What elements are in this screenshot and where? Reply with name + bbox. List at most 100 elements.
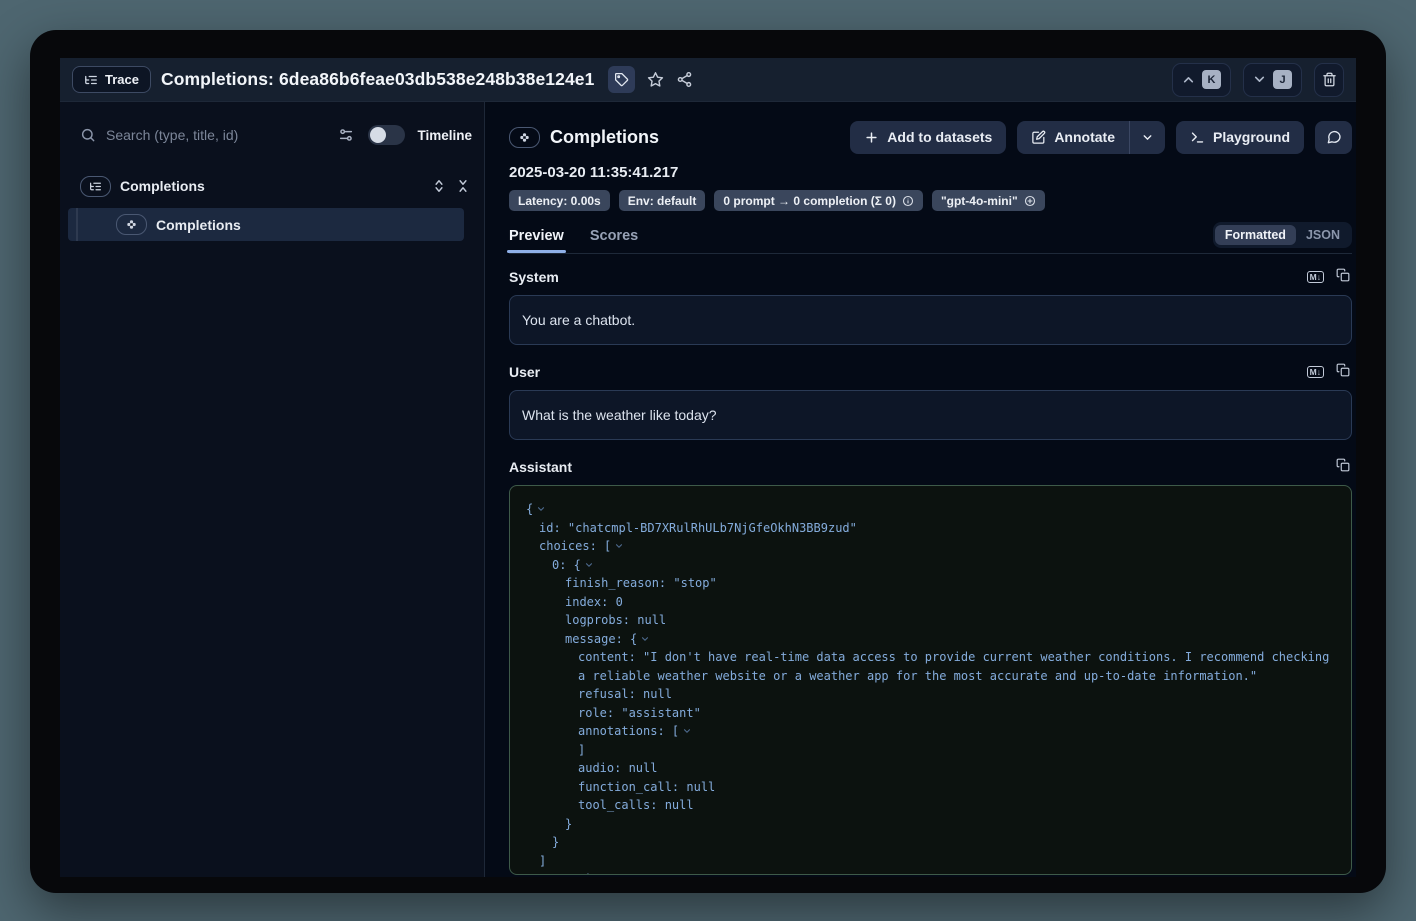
user-section-icons: M↓ <box>1307 363 1350 382</box>
system-section-icons: M↓ <box>1307 268 1350 287</box>
json-line: } <box>526 815 1335 834</box>
format-toggle-formatted[interactable]: Formatted <box>1215 225 1296 245</box>
json-line-text: refusal: null <box>578 685 672 704</box>
json-line-text: ] <box>578 741 585 760</box>
timeline-label: Timeline <box>417 128 472 143</box>
tag-button[interactable] <box>608 66 635 93</box>
copy-button[interactable] <box>1336 363 1350 382</box>
timeline-toggle[interactable] <box>368 125 405 145</box>
json-collapse-toggle[interactable] <box>614 541 624 551</box>
copy-icon <box>1336 363 1350 377</box>
annotate-button[interactable]: Annotate <box>1017 121 1129 154</box>
markdown-toggle-icon[interactable]: M↓ <box>1307 271 1324 284</box>
json-line-text: index: 0 <box>565 593 623 612</box>
json-line-text: annotations: [ <box>578 722 679 741</box>
json-line: annotations: [ <box>526 722 1335 741</box>
playground-button[interactable]: Playground <box>1176 121 1304 154</box>
tree-item-generation[interactable]: Completions <box>68 208 464 241</box>
json-line-text: message: { <box>565 630 637 649</box>
share-button[interactable] <box>676 71 693 88</box>
star-button[interactable] <box>647 71 664 88</box>
metric-badge[interactable]: Latency: 0.00s <box>509 190 610 211</box>
json-collapse-toggle[interactable] <box>682 726 692 736</box>
topbar-right-group: K J <box>1172 63 1344 97</box>
json-collapse-toggle[interactable] <box>536 504 546 514</box>
json-line: ] <box>526 741 1335 760</box>
json-line-text: tool_calls: null <box>578 796 694 815</box>
generation-node-badge <box>116 214 147 235</box>
expand-all-icon[interactable] <box>432 179 446 193</box>
markdown-toggle-icon[interactable]: M↓ <box>1307 366 1324 379</box>
expand-chevron-icon <box>536 504 546 514</box>
metric-badge-label: 0 prompt → 0 completion (Σ 0) <box>723 194 896 208</box>
trace-type-badge: Trace <box>72 66 151 93</box>
tree-child-label: Completions <box>156 217 241 233</box>
metric-badge[interactable]: 0 prompt → 0 completion (Σ 0) <box>714 190 923 211</box>
trace-detail-app: Trace Completions: 6dea86b6feae03db538e2… <box>60 58 1356 877</box>
add-to-datasets-button[interactable]: Add to datasets <box>850 121 1006 154</box>
json-line-text: 0: { <box>552 556 581 575</box>
detail-tabs: Preview Scores Formatted JSON <box>509 223 1352 254</box>
delete-trace-button[interactable] <box>1314 63 1344 97</box>
tree-indent-guide <box>76 208 78 241</box>
expand-chevron-icon <box>640 634 650 644</box>
next-trace-button[interactable]: J <box>1243 63 1302 97</box>
add-to-datasets-label: Add to datasets <box>887 129 992 145</box>
generation-badge <box>509 127 540 148</box>
plus-icon <box>864 130 879 145</box>
terminal-icon <box>1190 130 1205 145</box>
metric-badge[interactable]: "gpt-4o-mini" <box>932 190 1045 211</box>
generation-icon <box>125 218 138 231</box>
observation-detail-panel: Completions Add to datasets Annotate <box>485 102 1356 877</box>
copy-button[interactable] <box>1336 268 1350 287</box>
tab-scores[interactable]: Scores <box>590 228 638 253</box>
metric-badge-label: "gpt-4o-mini" <box>941 194 1018 208</box>
chevron-up-icon <box>1182 73 1195 86</box>
json-line-text: } <box>565 815 572 834</box>
json-collapse-toggle[interactable] <box>584 560 594 570</box>
chevron-down-icon <box>1253 73 1266 86</box>
json-line-text: id: "chatcmpl-BD7XRulRhULb7NjGfeOkhN3BB9… <box>539 519 857 538</box>
json-line: logprobs: null <box>526 611 1335 630</box>
trace-title: Completions: 6dea86b6feae03db538e248b38e… <box>161 69 595 90</box>
json-line: { <box>526 500 1335 519</box>
format-toggle-json[interactable]: JSON <box>1296 225 1350 245</box>
comments-button[interactable] <box>1315 121 1352 154</box>
json-line: 0: { <box>526 556 1335 575</box>
system-message-box: You are a chatbot. <box>509 295 1352 345</box>
json-line-text: audio: null <box>578 759 657 778</box>
annotate-dropdown-button[interactable] <box>1129 121 1165 154</box>
info-icon <box>902 195 914 207</box>
annotate-split-button: Annotate <box>1017 121 1165 154</box>
json-line: message: { <box>526 630 1335 649</box>
json-collapse-toggle[interactable] <box>640 634 650 644</box>
system-section-header: System M↓ <box>509 268 1352 286</box>
playground-label: Playground <box>1213 129 1290 145</box>
collapse-all-icon[interactable] <box>456 179 470 193</box>
assistant-json-viewer[interactable]: { id: "chatcmpl-BD7XRulRhULb7NjGfeOkhN3BB… <box>509 485 1352 875</box>
app-window: Trace Completions: 6dea86b6feae03db538e2… <box>30 30 1386 893</box>
tree-root-item[interactable]: Completions <box>80 172 472 200</box>
search-input[interactable] <box>106 127 328 143</box>
trace-tree-sidebar: Timeline Completions <box>60 102 485 877</box>
json-line-text: { <box>526 500 533 519</box>
star-icon <box>647 71 664 88</box>
sliders-icon <box>338 127 354 143</box>
json-line: content: "I don't have real-time data ac… <box>526 648 1335 667</box>
previous-trace-button[interactable]: K <box>1172 63 1231 97</box>
metric-badge-label: Latency: 0.00s <box>518 194 601 208</box>
tree-root-label: Completions <box>120 178 205 194</box>
user-section-header: User M↓ <box>509 363 1352 381</box>
copy-button[interactable] <box>1336 458 1350 477</box>
json-line-text: finish_reason: "stop" <box>565 574 717 593</box>
json-line-text: role: "assistant" <box>578 704 701 723</box>
user-label: User <box>509 364 540 380</box>
observation-actions: Add to datasets Annotate <box>850 121 1352 154</box>
generation-icon <box>518 131 531 144</box>
tab-preview[interactable]: Preview <box>509 228 564 253</box>
tree-settings-button[interactable] <box>338 127 354 143</box>
json-line: audio: null <box>526 759 1335 778</box>
metric-badge[interactable]: Env: default <box>619 190 706 211</box>
json-line: refusal: null <box>526 685 1335 704</box>
json-line: tool_calls: null <box>526 796 1335 815</box>
